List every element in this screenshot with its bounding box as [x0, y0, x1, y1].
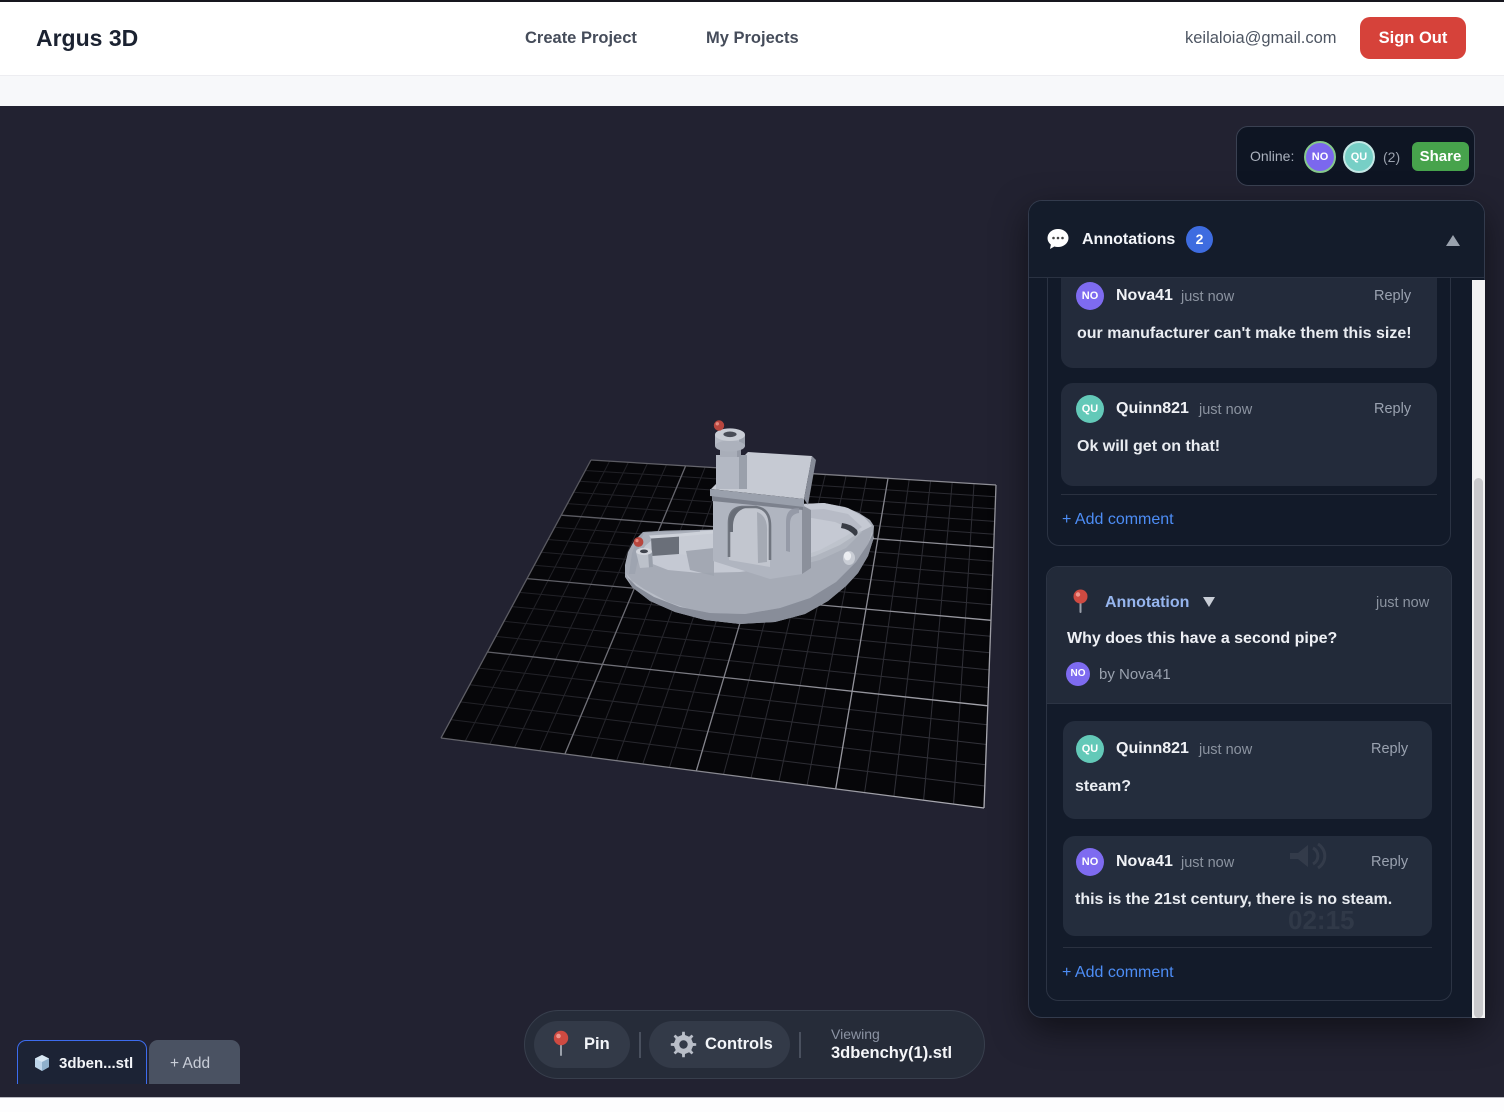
svg-text:02:15: 02:15 [1288, 905, 1355, 935]
